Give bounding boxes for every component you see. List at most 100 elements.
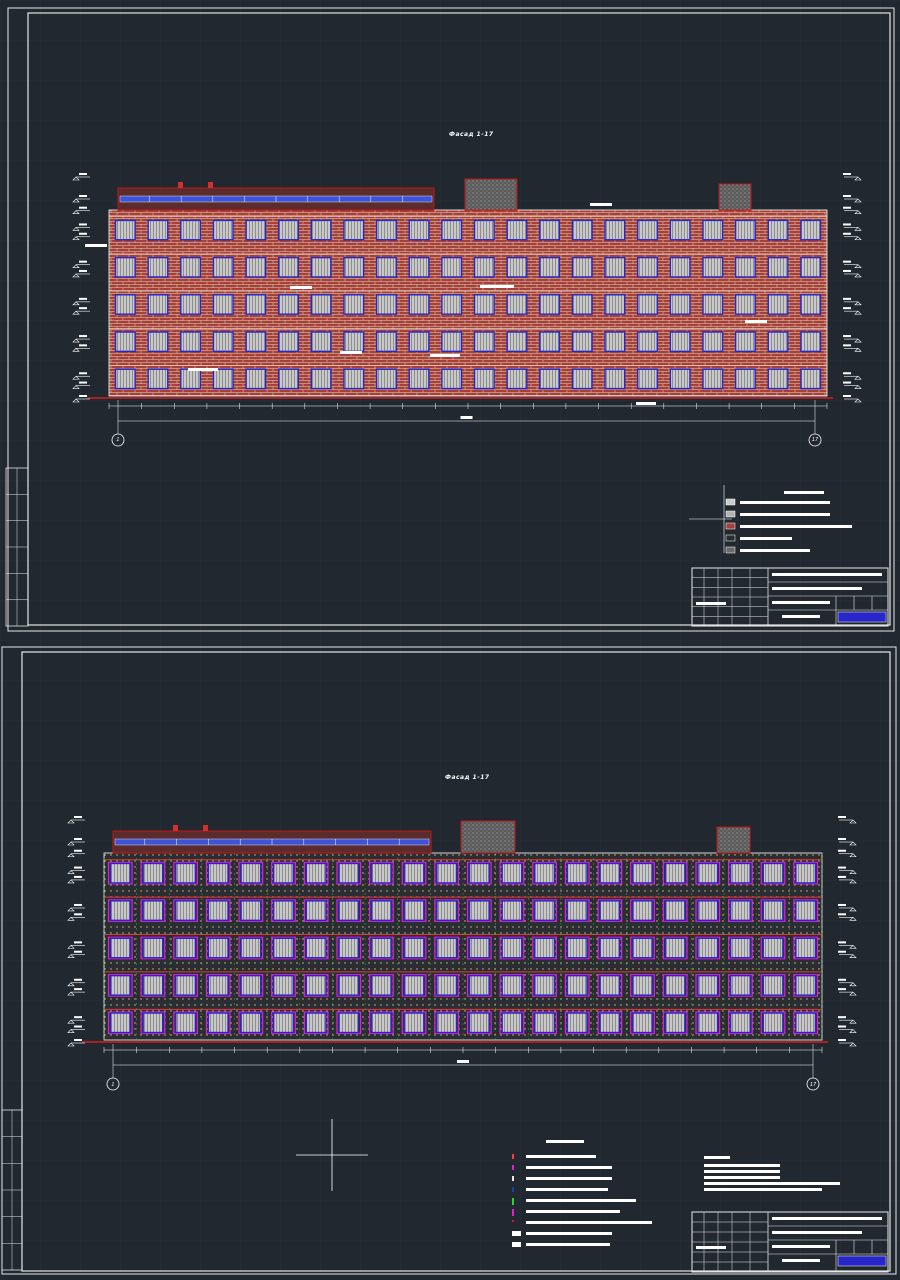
window bbox=[310, 294, 332, 315]
level-value-blank bbox=[79, 381, 87, 384]
window bbox=[767, 219, 789, 241]
window bbox=[109, 900, 131, 922]
window bbox=[795, 937, 817, 959]
window bbox=[343, 256, 365, 278]
legend-title bbox=[784, 491, 824, 494]
window bbox=[571, 331, 593, 353]
window bbox=[729, 1012, 751, 1034]
window bbox=[343, 368, 365, 390]
window bbox=[604, 256, 626, 278]
level-value-blank bbox=[79, 344, 87, 347]
window bbox=[441, 368, 463, 390]
window bbox=[245, 219, 267, 241]
window bbox=[305, 1012, 327, 1034]
window bbox=[506, 219, 528, 241]
level-value-blank bbox=[843, 195, 851, 197]
level-value-blank bbox=[79, 223, 87, 226]
window bbox=[800, 256, 822, 278]
level-value-blank bbox=[74, 988, 82, 991]
level-value-blank bbox=[74, 913, 82, 916]
roof-mechanical-room bbox=[460, 820, 516, 854]
window bbox=[795, 974, 817, 996]
window bbox=[212, 219, 234, 241]
level-value-blank bbox=[838, 941, 846, 944]
window bbox=[212, 331, 234, 353]
window bbox=[632, 900, 653, 922]
legend-text bbox=[526, 1166, 612, 1169]
notes-line bbox=[704, 1182, 840, 1185]
window bbox=[534, 1012, 556, 1034]
window bbox=[702, 368, 724, 390]
window bbox=[114, 331, 136, 353]
window bbox=[436, 862, 458, 884]
notes-title bbox=[704, 1156, 730, 1159]
level-value-blank bbox=[79, 372, 87, 375]
window bbox=[175, 1012, 197, 1034]
window bbox=[501, 862, 523, 884]
window bbox=[664, 937, 686, 959]
window bbox=[180, 219, 202, 241]
window bbox=[109, 1012, 131, 1034]
level-value-blank bbox=[843, 381, 851, 384]
window bbox=[473, 368, 495, 390]
window bbox=[632, 862, 653, 884]
window bbox=[310, 219, 332, 241]
legend-title bbox=[546, 1140, 584, 1143]
window bbox=[729, 937, 751, 959]
window bbox=[539, 331, 561, 353]
window bbox=[147, 219, 169, 241]
window bbox=[305, 974, 327, 996]
window bbox=[278, 294, 299, 315]
window bbox=[240, 1012, 262, 1034]
window bbox=[375, 219, 397, 241]
level-value-blank bbox=[79, 395, 87, 397]
window bbox=[501, 937, 523, 959]
window bbox=[212, 256, 234, 278]
window bbox=[278, 256, 299, 278]
window bbox=[734, 294, 756, 315]
window bbox=[273, 1012, 294, 1034]
level-value-blank bbox=[843, 173, 851, 175]
window bbox=[506, 331, 528, 353]
window bbox=[240, 974, 262, 996]
legend-text bbox=[526, 1177, 612, 1180]
window bbox=[795, 1012, 817, 1034]
window bbox=[800, 294, 822, 315]
window bbox=[408, 256, 430, 278]
legend-text bbox=[526, 1232, 612, 1235]
window bbox=[539, 368, 561, 390]
window bbox=[441, 331, 463, 353]
window bbox=[370, 900, 392, 922]
window bbox=[370, 1012, 392, 1034]
legend-swatch bbox=[512, 1187, 514, 1192]
window bbox=[539, 256, 561, 278]
legend-text bbox=[740, 525, 852, 528]
drawing-canvas: Фасад 1-17 1 17 Фасад 1-17 1 17 bbox=[0, 0, 900, 1276]
level-value-blank bbox=[838, 988, 846, 991]
window bbox=[534, 900, 556, 922]
level-value-blank bbox=[843, 335, 851, 338]
window bbox=[375, 331, 397, 353]
title-block-text bbox=[772, 587, 862, 590]
window bbox=[664, 900, 686, 922]
window bbox=[729, 862, 751, 884]
window bbox=[403, 1012, 425, 1034]
window bbox=[375, 294, 397, 315]
window bbox=[207, 862, 229, 884]
legend-swatch bbox=[725, 498, 736, 506]
level-value-blank bbox=[74, 950, 82, 953]
window bbox=[767, 368, 789, 390]
window bbox=[669, 331, 691, 353]
window bbox=[534, 974, 556, 996]
window bbox=[669, 368, 691, 390]
window bbox=[142, 937, 164, 959]
title-block-logo bbox=[837, 611, 887, 623]
window bbox=[506, 294, 528, 315]
window bbox=[343, 331, 365, 353]
window bbox=[637, 294, 658, 315]
window bbox=[180, 368, 202, 390]
window bbox=[338, 862, 360, 884]
window bbox=[273, 937, 294, 959]
window bbox=[534, 937, 556, 959]
window bbox=[468, 862, 490, 884]
